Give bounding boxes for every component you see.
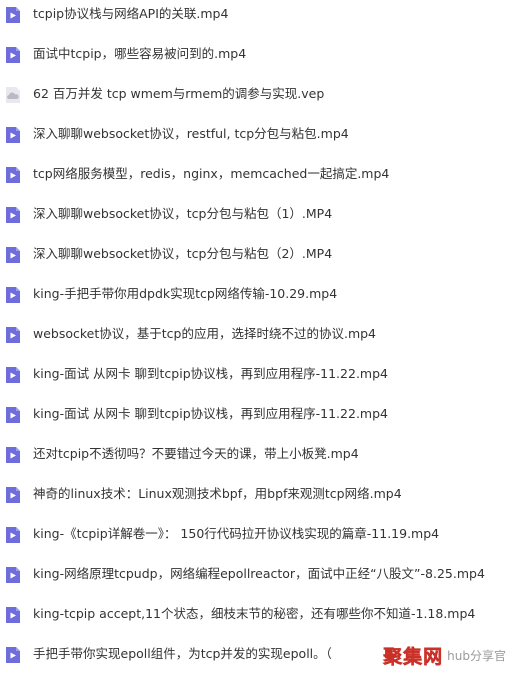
- file-row[interactable]: tcpip协议栈与网络API的关联.mp4: [0, 0, 514, 34]
- video-file-icon: [5, 366, 21, 384]
- file-row[interactable]: 手把手带你实现epoll组件，为tcp并发的实现epoll。（: [0, 634, 514, 674]
- file-row[interactable]: king-手把手带你用dpdk实现tcp网络传输-10.29.mp4: [0, 274, 514, 314]
- file-row[interactable]: king-面试 从网卡 聊到tcpip协议栈，再到应用程序-11.22.mp4: [0, 354, 514, 394]
- video-file-icon: [5, 286, 21, 304]
- file-name: king-tcpip accept,11个状态，细枝末节的秘密，还有哪些你不知道…: [33, 606, 476, 621]
- file-name: 深入聊聊websocket协议，restful, tcp分包与粘包.mp4: [33, 126, 349, 141]
- video-file-icon: [5, 486, 21, 504]
- video-file-icon: [5, 126, 21, 144]
- video-file-icon: [5, 406, 21, 424]
- file-row[interactable]: 深入聊聊websocket协议，restful, tcp分包与粘包.mp4: [0, 114, 514, 154]
- file-name: 深入聊聊websocket协议，tcp分包与粘包（2）.MP4: [33, 246, 333, 261]
- file-name: king-网络原理tcpudp，网络编程epollreactor，面试中正经“八…: [33, 566, 485, 581]
- video-file-icon: [5, 606, 21, 624]
- file-name: 62 百万并发 tcp wmem与rmem的调参与实现.vep: [33, 86, 325, 101]
- video-file-icon: [5, 326, 21, 344]
- file-name: tcpip协议栈与网络API的关联.mp4: [33, 6, 229, 21]
- file-name: king-面试 从网卡 聊到tcpip协议栈，再到应用程序-11.22.mp4: [33, 406, 388, 421]
- video-file-icon: [5, 566, 21, 584]
- video-file-icon: [5, 526, 21, 544]
- file-name: king-面试 从网卡 聊到tcpip协议栈，再到应用程序-11.22.mp4: [33, 366, 388, 381]
- video-file-icon: [5, 446, 21, 464]
- file-name: 还对tcpip不透彻吗？不要错过今天的课，带上小板凳.mp4: [33, 446, 359, 461]
- file-row[interactable]: king-《tcpip详解卷一》： 150行代码拉开协议栈实现的篇章-11.19…: [0, 514, 514, 554]
- cloud-file-icon: [5, 86, 21, 104]
- video-file-icon: [5, 166, 21, 184]
- video-file-icon: [5, 6, 21, 24]
- file-row[interactable]: websocket协议，基于tcp的应用，选择时绕不过的协议.mp4: [0, 314, 514, 354]
- file-row[interactable]: 62 百万并发 tcp wmem与rmem的调参与实现.vep: [0, 74, 514, 114]
- file-row[interactable]: 深入聊聊websocket协议，tcp分包与粘包（1）.MP4: [0, 194, 514, 234]
- file-row[interactable]: 面试中tcpip，哪些容易被问到的.mp4: [0, 34, 514, 74]
- file-row[interactable]: king-tcpip accept,11个状态，细枝末节的秘密，还有哪些你不知道…: [0, 594, 514, 634]
- file-name: king-手把手带你用dpdk实现tcp网络传输-10.29.mp4: [33, 286, 338, 301]
- file-name: 神奇的linux技术：Linux观测技术bpf，用bpf来观测tcp网络.mp4: [33, 486, 402, 501]
- video-file-icon: [5, 206, 21, 224]
- file-row[interactable]: 深入聊聊websocket协议，tcp分包与粘包（2）.MP4: [0, 234, 514, 274]
- file-row[interactable]: tcp网络服务模型，redis，nginx，memcached一起搞定.mp4: [0, 154, 514, 194]
- file-list: tcpip协议栈与网络API的关联.mp4 面试中tcpip，哪些容易被问到的.m…: [0, 0, 514, 675]
- file-name: 深入聊聊websocket协议，tcp分包与粘包（1）.MP4: [33, 206, 333, 221]
- file-row[interactable]: 还对tcpip不透彻吗？不要错过今天的课，带上小板凳.mp4: [0, 434, 514, 474]
- file-name: websocket协议，基于tcp的应用，选择时绕不过的协议.mp4: [33, 326, 377, 341]
- file-name: 手把手带你实现epoll组件，为tcp并发的实现epoll。（: [33, 646, 332, 661]
- file-row[interactable]: 神奇的linux技术：Linux观测技术bpf，用bpf来观测tcp网络.mp4: [0, 474, 514, 514]
- video-file-icon: [5, 46, 21, 64]
- video-file-icon: [5, 246, 21, 264]
- file-name: king-《tcpip详解卷一》： 150行代码拉开协议栈实现的篇章-11.19…: [33, 526, 440, 541]
- file-row[interactable]: king-网络原理tcpudp，网络编程epollreactor，面试中正经“八…: [0, 554, 514, 594]
- file-row[interactable]: king-面试 从网卡 聊到tcpip协议栈，再到应用程序-11.22.mp4: [0, 394, 514, 434]
- video-file-icon: [5, 646, 21, 664]
- file-name: 面试中tcpip，哪些容易被问到的.mp4: [33, 46, 247, 61]
- file-name: tcp网络服务模型，redis，nginx，memcached一起搞定.mp4: [33, 166, 390, 181]
